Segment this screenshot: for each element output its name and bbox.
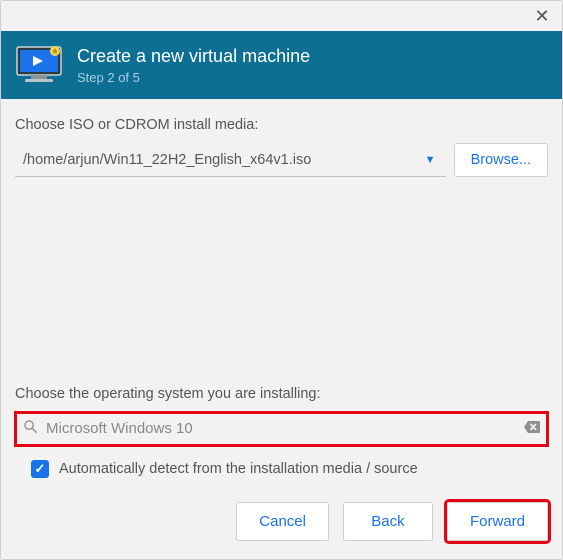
iso-combobox[interactable]: /home/arjun/Win11_22H2_English_x64v1.iso…	[15, 143, 446, 177]
clear-input-icon[interactable]	[522, 420, 542, 438]
os-search-input[interactable]	[46, 420, 514, 437]
os-label: Choose the operating system you are inst…	[15, 386, 548, 402]
autodetect-label: Automatically detect from the installati…	[59, 461, 418, 477]
wizard-title: Create a new virtual machine	[77, 46, 310, 67]
vm-monitor-icon	[15, 45, 63, 85]
iso-label: Choose ISO or CDROM install media:	[15, 117, 548, 133]
iso-path: /home/arjun/Win11_22H2_English_x64v1.iso	[23, 152, 311, 168]
vm-wizard-dialog: ✕ Create a new virtual machine Step 2 of…	[0, 0, 563, 560]
wizard-header: Create a new virtual machine Step 2 of 5	[1, 31, 562, 99]
close-icon: ✕	[534, 6, 549, 26]
autodetect-checkbox[interactable]: ✓	[31, 460, 49, 478]
step-indicator: Step 2 of 5	[77, 70, 310, 85]
forward-highlight: Forward	[447, 502, 548, 541]
iso-row: /home/arjun/Win11_22H2_English_x64v1.iso…	[15, 143, 548, 177]
header-text: Create a new virtual machine Step 2 of 5	[77, 46, 310, 85]
titlebar: ✕	[1, 1, 562, 31]
os-section: Choose the operating system you are inst…	[15, 386, 548, 478]
close-button[interactable]: ✕	[530, 4, 554, 28]
chevron-down-icon: ▼	[421, 154, 440, 166]
cancel-button[interactable]: Cancel	[236, 502, 329, 541]
browse-button[interactable]: Browse...	[454, 143, 548, 177]
wizard-content: Choose ISO or CDROM install media: /home…	[1, 99, 562, 478]
search-icon	[23, 419, 38, 438]
autodetect-row[interactable]: ✓ Automatically detect from the installa…	[31, 460, 548, 478]
back-button[interactable]: Back	[343, 502, 433, 541]
content-spacer	[15, 177, 548, 376]
button-row: Cancel Back Forward	[1, 478, 562, 559]
check-icon: ✓	[35, 461, 46, 477]
os-search-field[interactable]	[15, 412, 548, 446]
forward-button[interactable]: Forward	[447, 502, 548, 541]
